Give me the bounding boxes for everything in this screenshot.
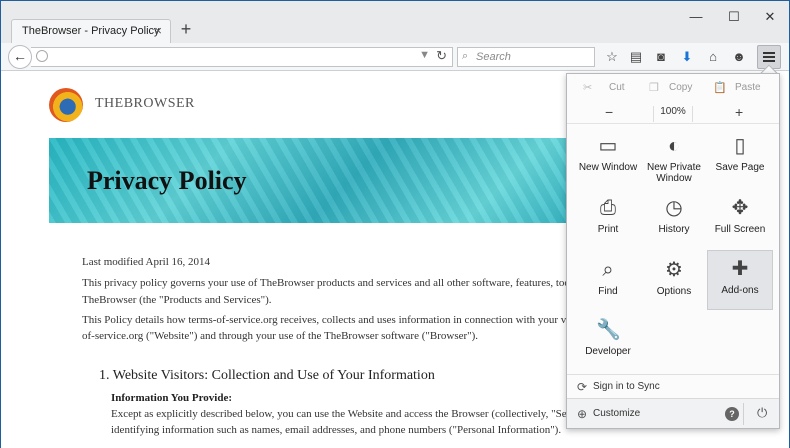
para2-line1: This Policy details how terms-of-service… xyxy=(82,314,615,326)
history-label: History xyxy=(658,224,690,235)
window-close-icon[interactable]: ✕ xyxy=(763,10,777,25)
paste-button[interactable]: Paste xyxy=(735,82,761,93)
find-magnifier-icon: ⌕ xyxy=(602,259,614,281)
tab-close-icon[interactable]: × xyxy=(154,23,162,38)
sign-in-to-sync[interactable]: ⟳ Sign in to Sync xyxy=(567,374,779,398)
cut-button[interactable]: Cut xyxy=(609,82,625,93)
developer-button[interactable]: 🔧 Developer xyxy=(575,312,641,372)
title-bar: TheBrowser - Privacy Policy × + — ☐ ✕ xyxy=(1,1,789,44)
copy-button[interactable]: Copy xyxy=(669,82,692,93)
history-clock-icon: ◷ xyxy=(665,197,683,219)
thebrowser-logo xyxy=(49,88,83,122)
cut-icon: ✂ xyxy=(583,82,593,94)
add-ons-button[interactable]: ✚ Add-ons xyxy=(707,250,773,310)
new-window-label: New Window xyxy=(578,162,638,173)
save-page-label: Save Page xyxy=(715,162,765,173)
print-label: Print xyxy=(597,224,619,235)
menu-footer: ⊕ Customize ? ⏻ xyxy=(567,398,779,428)
sync-icon: ⟳ xyxy=(577,380,588,394)
developer-wrench-icon: 🔧 xyxy=(596,319,621,341)
bookmark-star-icon[interactable]: ☆ xyxy=(603,48,621,66)
site-identity-icon[interactable] xyxy=(36,50,48,62)
search-placeholder: Search xyxy=(476,51,511,63)
developer-label: Developer xyxy=(585,346,631,357)
footer-divider xyxy=(743,403,744,425)
tab-title: TheBrowser - Privacy Policy xyxy=(22,25,160,37)
home-icon[interactable]: ⌂ xyxy=(704,48,722,66)
addons-puzzle-icon: ✚ xyxy=(731,258,749,280)
zoom-controls: − 100% + xyxy=(567,104,779,124)
zoom-reset-button[interactable]: 100% xyxy=(653,106,693,122)
browser-window: TheBrowser - Privacy Policy × + — ☐ ✕ ▼ … xyxy=(0,0,790,448)
new-window-icon: ▭ xyxy=(598,135,618,157)
page-title: Privacy Policy xyxy=(87,166,247,195)
history-button[interactable]: ◷ History xyxy=(641,190,707,250)
para1-line1: This privacy policy governs your use of … xyxy=(82,277,618,289)
last-modified: Last modified April 16, 2014 xyxy=(82,256,211,268)
print-icon: ⎙ xyxy=(600,197,616,219)
paste-icon: 📋 xyxy=(713,82,727,94)
navigation-bar: ▼ ↻ ← ⌕ Search ☆ ▤ ◙ ⬇ ⌂ ☻ xyxy=(1,43,789,71)
print-button[interactable]: ⎙ Print xyxy=(575,190,641,250)
pocket-icon[interactable]: ◙ xyxy=(652,48,670,66)
new-window-button[interactable]: ▭ New Window xyxy=(575,128,641,188)
help-icon[interactable]: ? xyxy=(725,407,739,421)
customize-plus-icon: ⊕ xyxy=(577,407,588,421)
options-button[interactable]: ⚙ Options xyxy=(641,252,707,312)
options-gear-icon: ⚙ xyxy=(665,259,683,281)
para1-line2: TheBrowser (the "Products and Services")… xyxy=(82,294,272,306)
find-label: Find xyxy=(598,286,618,297)
sub-heading: Information You Provide: xyxy=(111,392,232,404)
reload-icon[interactable]: ↻ xyxy=(436,48,447,64)
new-private-window-button[interactable]: ◐ New Private Window xyxy=(641,128,707,188)
new-tab-button[interactable]: + xyxy=(177,20,195,40)
full-screen-button[interactable]: ✥ Full Screen xyxy=(707,190,773,250)
url-bar[interactable]: ▼ ↻ xyxy=(31,47,453,67)
save-page-button[interactable]: ▯ Save Page xyxy=(707,128,773,188)
find-button[interactable]: ⌕ Find xyxy=(575,252,641,312)
tab-privacy-policy[interactable]: TheBrowser - Privacy Policy × xyxy=(11,19,171,44)
save-page-icon: ▯ xyxy=(734,135,746,157)
brand-name: THEBROWSER xyxy=(95,96,195,111)
customize-button[interactable]: Customize xyxy=(593,408,640,419)
full-screen-label: Full Screen xyxy=(714,224,766,235)
quit-power-icon[interactable]: ⏻ xyxy=(757,405,767,421)
fullscreen-icon: ✥ xyxy=(731,197,749,219)
zoom-in-button[interactable]: + xyxy=(735,104,743,120)
hamburger-menu-panel: ✂ Cut ❐ Copy 📋 Paste − 100% + ▭ New Wind… xyxy=(566,73,780,429)
search-icon: ⌕ xyxy=(462,50,469,62)
para2-line2: of-service.org ("Website") and through y… xyxy=(82,330,479,342)
chat-icon[interactable]: ☻ xyxy=(730,48,748,66)
sign-in-label: Sign in to Sync xyxy=(593,381,660,392)
copy-icon: ❐ xyxy=(649,82,659,94)
bookmarks-list-icon[interactable]: ▤ xyxy=(627,48,645,66)
para3-line2: identifying information such as names, e… xyxy=(111,424,562,436)
para3-line1: Except as explicitly described below, yo… xyxy=(111,408,620,420)
search-input[interactable]: ⌕ Search xyxy=(457,47,595,67)
downloads-icon[interactable]: ⬇ xyxy=(678,48,696,66)
back-button[interactable]: ← xyxy=(8,45,32,69)
private-mask-icon: ◐ xyxy=(667,135,681,157)
options-label: Options xyxy=(656,286,692,297)
new-private-window-label: New Private Window xyxy=(647,162,701,184)
section-heading: 1. Website Visitors: Collection and Use … xyxy=(99,368,435,383)
zoom-out-button[interactable]: − xyxy=(605,104,613,120)
minimize-icon[interactable]: — xyxy=(689,10,703,25)
edit-controls: ✂ Cut ❐ Copy 📋 Paste xyxy=(567,82,779,100)
url-dropdown-icon[interactable]: ▼ xyxy=(419,49,430,61)
add-ons-label: Add-ons xyxy=(721,285,759,296)
header-banner: Privacy Policy xyxy=(49,138,589,223)
maximize-icon[interactable]: ☐ xyxy=(727,10,741,25)
